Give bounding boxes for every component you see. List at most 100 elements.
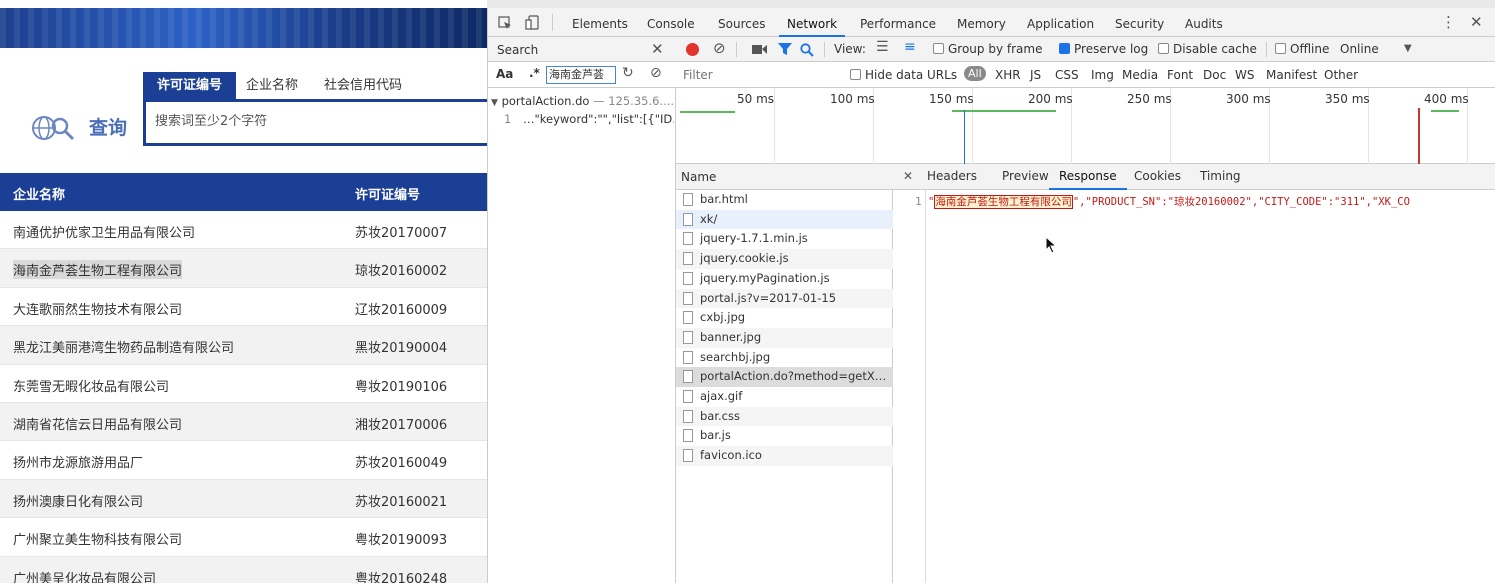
search-query-input[interactable]: 海南金芦荟: [546, 66, 616, 84]
company-name[interactable]: 湖南省花信云日用品有限公司: [13, 414, 182, 433]
response-body[interactable]: "海南金芦荟生物工程有限公司","PRODUCT_SN":"琼妆20160002…: [928, 194, 1495, 209]
filter-font[interactable]: Font: [1167, 68, 1193, 82]
checkbox[interactable]: [1158, 43, 1169, 54]
request-row[interactable]: favicon.ico: [676, 446, 893, 466]
record-icon[interactable]: [686, 43, 699, 56]
company-name[interactable]: 扬州澳康日化有限公司: [13, 491, 143, 510]
request-row[interactable]: xk/: [676, 209, 893, 230]
tab-cookies[interactable]: Cookies: [1134, 164, 1181, 190]
clear-log-icon[interactable]: ⊘: [713, 39, 726, 57]
tab-credit-code[interactable]: 社会信用代码: [316, 72, 410, 99]
close-detail-icon[interactable]: ✕: [903, 169, 913, 183]
filter-all[interactable]: All: [964, 66, 986, 81]
company-name[interactable]: 南通优护优家卫生用品有限公司: [13, 222, 195, 241]
request-row[interactable]: portalAction.do?method=getX…: [676, 367, 893, 387]
tab-performance[interactable]: Performance: [860, 8, 936, 37]
clear-icon[interactable]: ⊘: [650, 65, 662, 81]
search-icon[interactable]: [800, 43, 814, 57]
tab-console[interactable]: Console: [647, 8, 695, 37]
tab-application[interactable]: Application: [1027, 8, 1094, 37]
tab-network[interactable]: Network: [779, 8, 846, 37]
filter-doc[interactable]: Doc: [1203, 68, 1226, 82]
request-row[interactable]: ajax.gif: [676, 387, 893, 407]
request-row[interactable]: jquery-1.7.1.min.js: [676, 229, 893, 249]
request-row[interactable]: cxbj.jpg: [676, 308, 893, 328]
filter-img[interactable]: Img: [1091, 68, 1114, 82]
tab-response[interactable]: Response: [1049, 164, 1127, 190]
filter-css[interactable]: CSS: [1055, 68, 1079, 82]
company-name[interactable]: 东莞雪无暇化妆品有限公司: [13, 376, 169, 395]
table-row[interactable]: 扬州市龙源旅游用品厂 苏妆20160049: [0, 441, 487, 480]
checkbox-checked[interactable]: [1059, 43, 1070, 54]
match-case-button[interactable]: Aa: [496, 67, 513, 81]
request-row[interactable]: bar.css: [676, 406, 893, 427]
company-name[interactable]: 黑龙江美丽港湾生物药品制造有限公司: [13, 337, 234, 356]
inspect-element-icon[interactable]: [498, 16, 512, 30]
screenshot-camera-icon[interactable]: [752, 44, 767, 55]
table-row[interactable]: 湖南省花信云日用品有限公司 湘妆20170006: [0, 403, 487, 442]
request-row[interactable]: jquery.myPagination.js: [676, 269, 893, 289]
tab-elements[interactable]: Elements: [572, 8, 628, 37]
table-row[interactable]: 东莞雪无暇化妆品有限公司 粤妆20190106: [0, 365, 487, 403]
filter-js[interactable]: JS: [1030, 68, 1041, 82]
checkbox[interactable]: [1275, 43, 1286, 54]
refresh-icon[interactable]: ↻: [622, 65, 634, 81]
request-row[interactable]: searchbj.jpg: [676, 348, 893, 368]
tab-memory[interactable]: Memory: [957, 8, 1006, 37]
close-devtools-icon[interactable]: ✕: [1470, 14, 1483, 30]
filter-ws[interactable]: WS: [1235, 68, 1254, 82]
table-row[interactable]: 南通优护优家卫生用品有限公司 苏妆20170007: [0, 211, 487, 250]
table-row[interactable]: 黑龙江美丽港湾生物药品制造有限公司 黑妆20190004: [0, 326, 487, 365]
filter-xhr[interactable]: XHR: [995, 68, 1021, 82]
search-result-line[interactable]: 1 …"keyword":"","list":[{"ID…: [504, 112, 674, 126]
waterfall-icon[interactable]: ≡: [904, 39, 916, 55]
table-row[interactable]: 扬州澳康日化有限公司 苏妆20160021: [0, 479, 487, 519]
device-toolbar-icon[interactable]: [525, 15, 539, 30]
filter-other[interactable]: Other: [1324, 68, 1358, 82]
search-result-file[interactable]: ▼ portalAction.do — 125.35.6....: [491, 94, 674, 108]
request-row[interactable]: bar.js: [676, 426, 893, 446]
timeline-overview[interactable]: 50 ms 100 ms 150 ms 200 ms 250 ms 300 ms…: [676, 88, 1495, 164]
tab-sources[interactable]: Sources: [718, 8, 765, 37]
tab-preview[interactable]: Preview: [1002, 164, 1049, 190]
large-rows-icon[interactable]: ☰: [876, 39, 889, 55]
checkbox[interactable]: [850, 69, 861, 80]
tab-license-number[interactable]: 许可证编号: [143, 72, 236, 99]
tab-audits[interactable]: Audits: [1185, 8, 1223, 37]
request-list-header[interactable]: Name: [676, 164, 893, 190]
globe-search-icon[interactable]: [30, 113, 82, 143]
table-row[interactable]: 广州美呈化妆品有限公司 粤妆20160248: [0, 556, 487, 583]
request-row[interactable]: bar.html: [676, 190, 893, 210]
tab-headers[interactable]: Headers: [927, 164, 977, 190]
table-row[interactable]: 海南金芦荟生物工程有限公司 琼妆20160002: [0, 249, 487, 288]
close-search-icon[interactable]: ✕: [651, 40, 664, 58]
hide-data-urls-toggle[interactable]: Hide data URLs: [850, 68, 957, 82]
tab-security[interactable]: Security: [1115, 8, 1164, 37]
expand-arrow-icon[interactable]: ▼: [491, 98, 498, 108]
group-by-frame-toggle[interactable]: Group by frame: [933, 42, 1042, 56]
company-name[interactable]: 扬州市龙源旅游用品厂: [13, 452, 143, 471]
chevron-down-icon[interactable]: ▼: [1404, 43, 1412, 54]
search-input[interactable]: [155, 114, 475, 129]
company-name[interactable]: 广州聚立美生物科技有限公司: [13, 529, 182, 548]
filter-input[interactable]: [678, 65, 848, 84]
tab-company-name[interactable]: 企业名称: [238, 72, 306, 99]
disable-cache-toggle[interactable]: Disable cache: [1158, 42, 1257, 56]
request-row[interactable]: jquery.cookie.js: [676, 249, 893, 269]
preserve-log-toggle[interactable]: Preserve log: [1059, 42, 1148, 56]
name-column-header[interactable]: Name: [681, 170, 716, 184]
filter-media[interactable]: Media: [1122, 68, 1158, 82]
table-row[interactable]: 广州聚立美生物科技有限公司 粤妆20190093: [0, 518, 487, 557]
company-name[interactable]: 大连歌丽然生物技术有限公司: [13, 299, 182, 318]
offline-toggle[interactable]: Offline: [1275, 42, 1329, 56]
regex-button[interactable]: .*: [529, 66, 540, 80]
more-options-icon[interactable]: ⋮: [1441, 14, 1456, 30]
checkbox[interactable]: [933, 43, 944, 54]
throttling-select[interactable]: Online: [1340, 42, 1379, 56]
request-row[interactable]: portal.js?v=2017-01-15: [676, 288, 893, 309]
company-name[interactable]: 广州美呈化妆品有限公司: [13, 568, 156, 583]
tab-timing[interactable]: Timing: [1200, 164, 1241, 190]
query-label[interactable]: 查询: [89, 113, 127, 140]
request-row[interactable]: banner.jpg: [676, 327, 893, 348]
filter-icon[interactable]: [778, 43, 792, 56]
